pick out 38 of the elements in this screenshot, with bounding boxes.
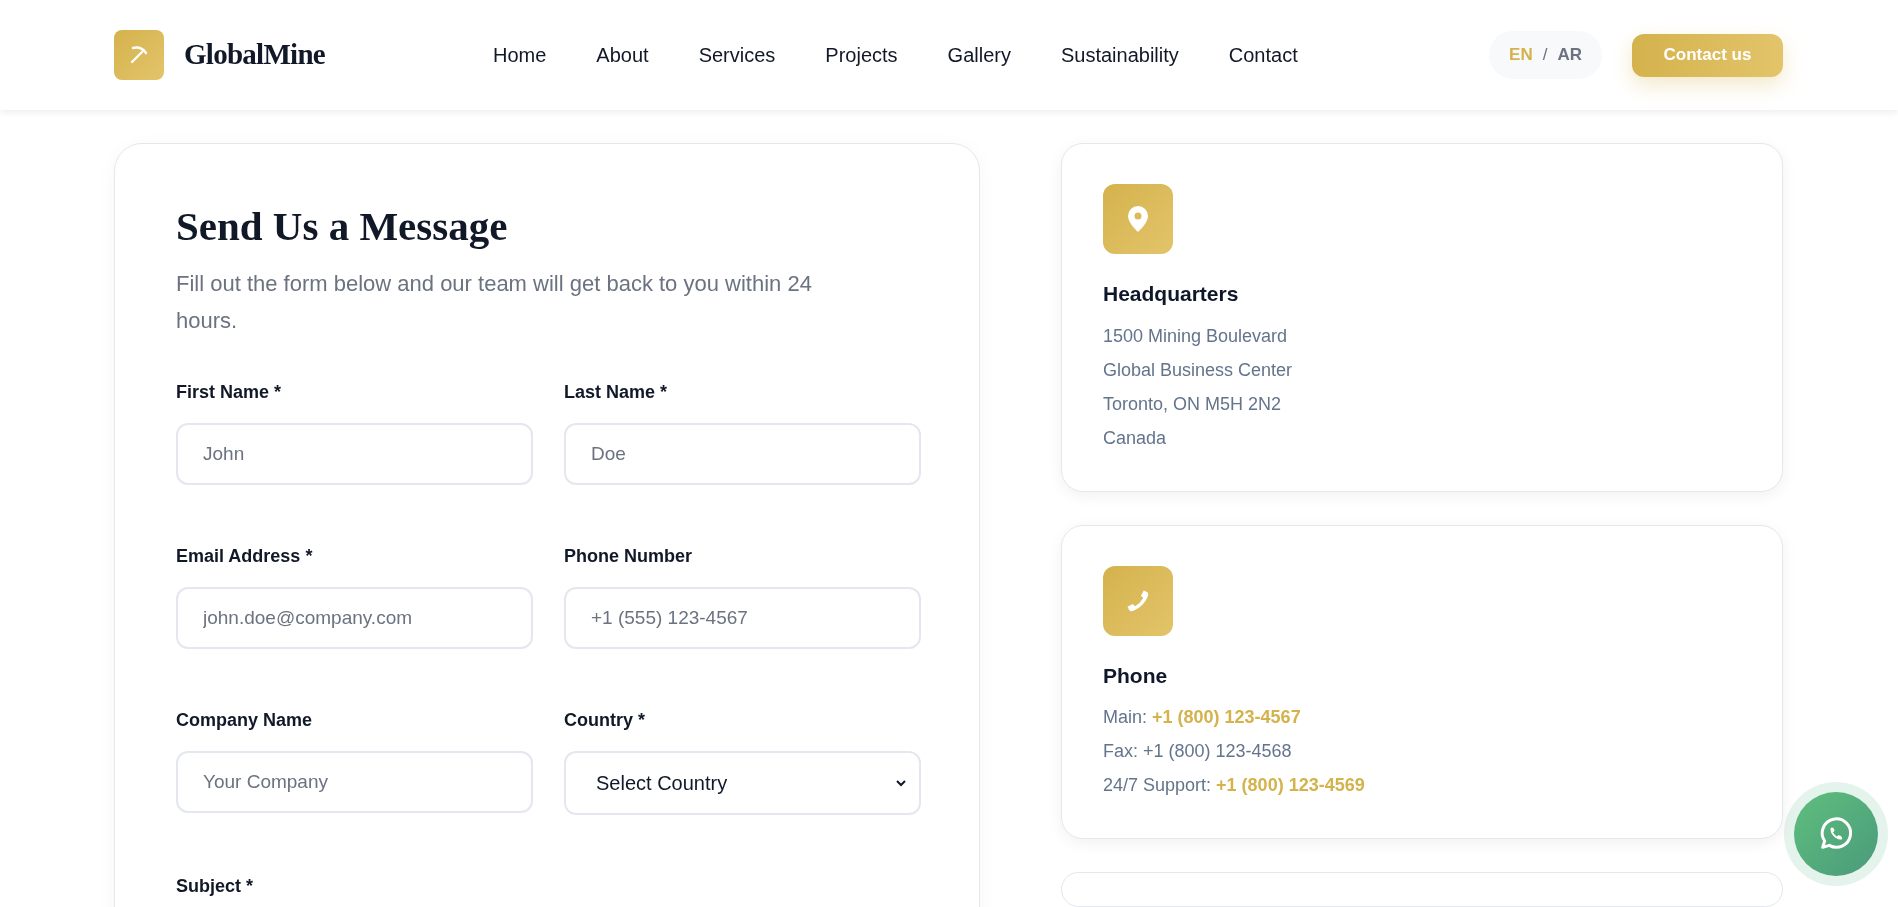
- nav-link[interactable]: Services: [698, 40, 776, 70]
- nav-link[interactable]: Contact: [1228, 40, 1298, 70]
- address-line: 1500 Mining Boulevard: [1103, 324, 1289, 348]
- nav-link[interactable]: Sustainability: [1060, 40, 1179, 70]
- field-label: Country *: [564, 709, 646, 733]
- contact-line: Main: +1 (800) 123-4567: [1103, 706, 1302, 729]
- field-label: Company Name: [176, 709, 314, 733]
- nav-link[interactable]: Projects: [825, 40, 898, 70]
- logo-icon[interactable]: [114, 30, 164, 80]
- logo-text[interactable]: GlobalMine: [184, 33, 325, 77]
- field-label: Last Name *: [564, 381, 669, 405]
- address-line: Toronto, ON M5H 2N2: [1103, 392, 1283, 416]
- nav-link[interactable]: Home: [493, 40, 547, 70]
- language-separator: /: [1542, 44, 1548, 67]
- field-label: First Name *: [176, 381, 283, 405]
- language-option[interactable]: AR: [1557, 42, 1582, 68]
- contact-line: 24/7 Support: +1 (800) 123-4569: [1103, 774, 1366, 797]
- card-title: Headquarters: [1103, 281, 1240, 307]
- input-field[interactable]: Your Company: [176, 751, 533, 814]
- form-title: Send Us a Message: [176, 202, 509, 251]
- phone-number: +1 (800) 123-4568: [1143, 741, 1292, 761]
- chevron-down-icon: [895, 779, 907, 788]
- input-field[interactable]: John: [176, 423, 533, 486]
- location-pin-icon: [1127, 205, 1149, 233]
- card-title: Phone: [1103, 662, 1169, 689]
- input-field[interactable]: +1 (555) 123-4567: [564, 587, 921, 650]
- nav-link[interactable]: Gallery: [947, 40, 1011, 70]
- field-label: Phone Number: [564, 545, 693, 569]
- form-subtitle: Fill out the form below and our team will get back to you within 24 hours.: [176, 270, 813, 336]
- field-label: Email Address *: [176, 545, 314, 569]
- contact-line: Fax: +1 (800) 123-4568: [1103, 740, 1293, 763]
- country-select[interactable]: Select Country: [564, 751, 921, 816]
- address-line: Canada: [1103, 426, 1168, 450]
- input-field[interactable]: john.doe@company.com: [176, 587, 533, 650]
- address-line: Global Business Center: [1103, 358, 1294, 382]
- input-field[interactable]: Doe: [564, 423, 921, 486]
- field-label: Subject *: [176, 875, 255, 899]
- nav-link[interactable]: About: [596, 40, 649, 70]
